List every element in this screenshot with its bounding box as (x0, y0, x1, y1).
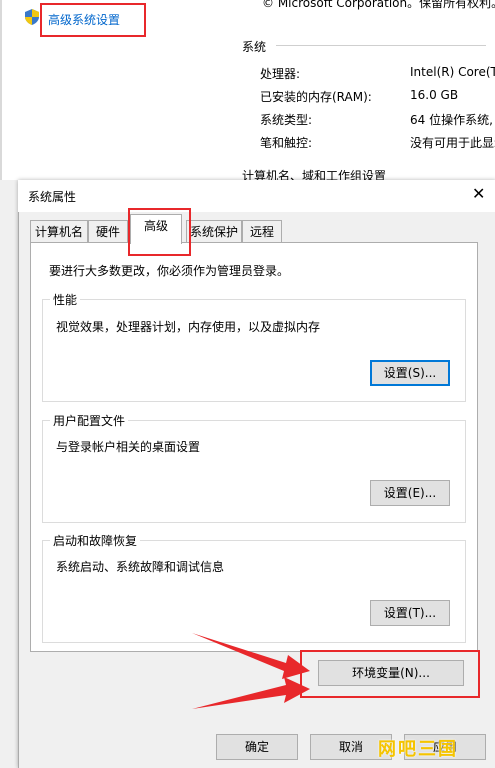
user-profiles-settings-button[interactable]: 设置(E)... (370, 480, 450, 506)
highlight-box-advanced-tab (128, 208, 191, 256)
performance-group (42, 299, 466, 402)
ram-value: 16.0 GB (410, 88, 459, 102)
startup-recovery-description: 系统启动、系统故障和调试信息 (56, 560, 225, 574)
advanced-system-settings-link[interactable]: 高级系统设置 (48, 11, 120, 28)
startup-recovery-title: 启动和故障恢复 (50, 532, 141, 549)
processor-label: 处理器: (260, 67, 301, 81)
dialog-titlebar (18, 180, 495, 212)
system-type-label: 系统类型: (260, 113, 313, 127)
tab-computer-name[interactable]: 计算机名 (30, 220, 88, 242)
ram-label: 已安装的内存(RAM): (260, 90, 372, 104)
close-icon[interactable]: ✕ (472, 184, 485, 203)
dialog-title: 系统属性 (28, 190, 77, 204)
highlight-box-env-button (300, 650, 480, 698)
ok-button[interactable]: 确定 (216, 734, 298, 760)
system-type-value: 64 位操作系统, (410, 113, 493, 127)
user-profiles-title: 用户配置文件 (50, 412, 129, 429)
performance-title: 性能 (50, 291, 81, 308)
tab-hardware[interactable]: 硬件 (88, 220, 128, 242)
red-arrow-icon (192, 633, 310, 709)
pen-touch-value: 没有可用于此显示 (410, 136, 495, 150)
pen-touch-label: 笔和触控: (260, 136, 313, 150)
user-profiles-description: 与登录帐户相关的桌面设置 (56, 440, 201, 454)
tab-system-protection[interactable]: 系统保护 (186, 220, 242, 242)
startup-recovery-settings-button[interactable]: 设置(T)... (370, 600, 450, 626)
processor-value: Intel(R) Core(TM (410, 65, 495, 79)
user-profiles-group (42, 420, 466, 523)
system-heading: 系统 (242, 40, 267, 54)
performance-settings-button[interactable]: 设置(S)... (370, 360, 450, 386)
divider (276, 45, 486, 46)
admin-note: 要进行大多数更改，你必须作为管理员登录。 (49, 264, 290, 278)
copyright-text: © Microsoft Corporation。保留所有权利。 (262, 0, 495, 10)
shield-icon (25, 9, 39, 25)
window-border (0, 0, 2, 180)
tab-remote[interactable]: 远程 (242, 220, 282, 242)
watermark: 网吧三国 (378, 739, 458, 760)
performance-description: 视觉效果，处理器计划，内存使用，以及虚拟内存 (56, 320, 321, 334)
